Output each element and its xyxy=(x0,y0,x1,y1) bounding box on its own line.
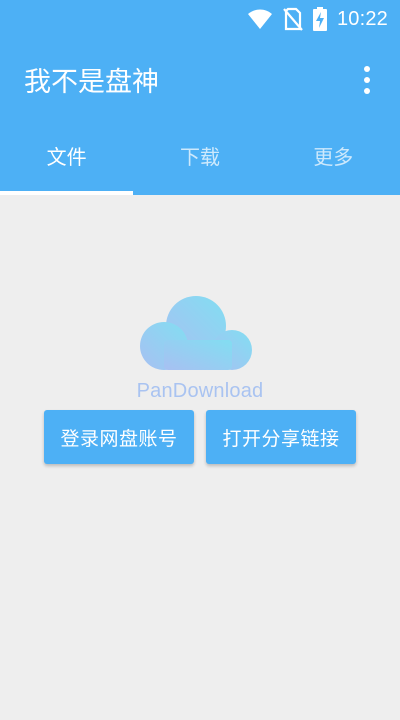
tab-bar: 文件 下载 更多 xyxy=(0,125,400,195)
status-bar: 10:22 xyxy=(0,0,400,38)
tab-files[interactable]: 文件 xyxy=(0,125,133,195)
app-title: 我不是盘神 xyxy=(24,67,159,98)
battery-charging-icon xyxy=(312,7,327,31)
tab-indicator xyxy=(0,191,133,195)
login-netdisk-button[interactable]: 登录网盘账号 xyxy=(44,410,194,464)
wifi-icon xyxy=(247,8,273,30)
brand-label: PanDownload xyxy=(136,380,264,402)
app-bar: 10:22 我不是盘神 文件 下载 更多 xyxy=(0,0,400,195)
tab-downloads[interactable]: 下载 xyxy=(133,125,266,195)
status-clock: 10:22 xyxy=(336,7,388,30)
more-vert-icon[interactable] xyxy=(352,62,382,98)
open-share-link-button[interactable]: 打开分享链接 xyxy=(206,410,356,464)
tab-more[interactable]: 更多 xyxy=(267,125,400,195)
no-sim-icon xyxy=(283,7,303,31)
cloud-icon xyxy=(134,290,258,370)
